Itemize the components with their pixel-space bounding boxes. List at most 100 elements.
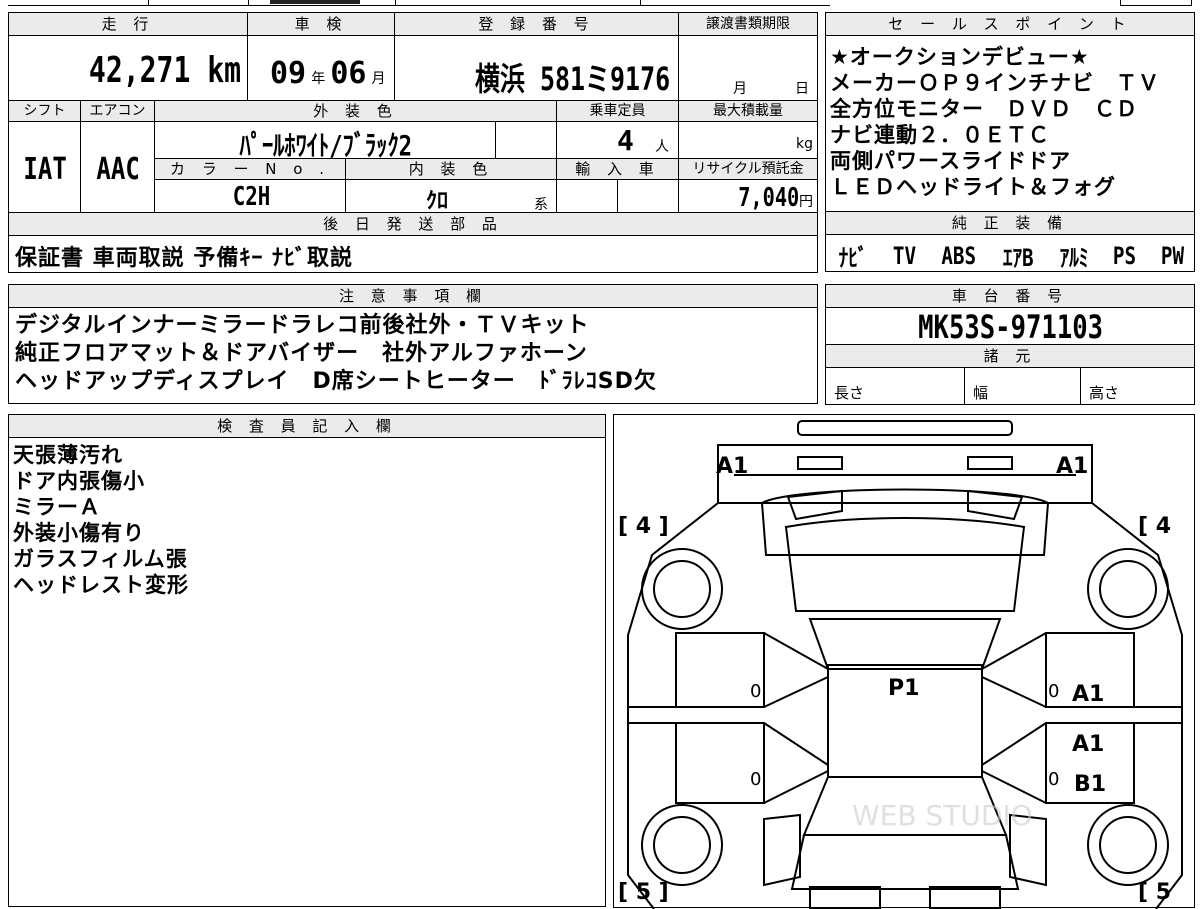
recycle-fee-value: 7,040 bbox=[737, 183, 799, 213]
watermark: WEB STUDIO bbox=[852, 799, 1033, 832]
spec-length-label: 長さ bbox=[834, 384, 865, 402]
later-shipping-cell: 保証書 車両取説 予備ｷｰ ﾅﾋﾞ取説 bbox=[8, 235, 818, 273]
mileage-cell: 42,271 km bbox=[8, 35, 248, 101]
inspector-cell: 天張薄汚れ ドア内張傷小 ミラーＡ 外装小傷有り ガラスフィルム張 ヘッドレスト… bbox=[8, 437, 606, 907]
equip-airbag: ｴｱB bbox=[1002, 244, 1034, 272]
mark-zero-left-rear-door: 0 bbox=[750, 769, 761, 790]
registration-value: 横浜 581ミ9176 bbox=[474, 60, 670, 98]
sales-points-header: セ ー ル ス ポ イ ン ト bbox=[825, 12, 1195, 36]
sales-point-line: 両側パワースライドドア bbox=[830, 149, 1071, 173]
recycle-fee-cell: 7,040円 bbox=[678, 179, 818, 213]
interior-color-cell: ｸﾛ 系 bbox=[345, 179, 557, 213]
mark-tire-rr: [ 5 bbox=[1138, 880, 1171, 905]
mark-zero-right-rear-door: 0 bbox=[1048, 769, 1059, 790]
top-strip bbox=[0, 0, 1200, 8]
vehicle-info-table: 走 行 車 検 登 録 番 号 譲渡書類期限 42,271 km 09 年 06… bbox=[8, 12, 818, 273]
mileage-header: 走 行 bbox=[8, 12, 248, 36]
capacity-cell: 4 人 bbox=[556, 121, 679, 159]
exterior-color-header: 外 装 色 bbox=[154, 100, 557, 122]
equip-ps: PS bbox=[1113, 241, 1137, 270]
color-no-cell: C2H bbox=[154, 179, 346, 213]
mark-tire-rl: [ 5 ] bbox=[618, 880, 669, 905]
genuine-equipment-header: 純 正 装 備 bbox=[825, 211, 1195, 235]
mark-zero-right-front-door: 0 bbox=[1048, 681, 1059, 702]
mark-a1-front-right: A1 bbox=[1056, 454, 1088, 479]
exterior-color-value: ﾊﾟｰﾙﾎﾜｲﾄ/ﾌﾞﾗｯｸ2 bbox=[239, 129, 413, 159]
mark-p1-roof: P1 bbox=[888, 676, 919, 701]
transfer-deadline-cell: 月 日 bbox=[678, 35, 818, 101]
sales-point-line: ナビ連動２．０ＥＴＣ bbox=[830, 123, 1050, 147]
sales-point-line: メーカーＯＰ９インチナビ ＴＶ bbox=[830, 71, 1160, 95]
mileage-unit: km bbox=[207, 50, 241, 91]
capacity-header: 乗車定員 bbox=[556, 100, 679, 122]
equip-pw: PW bbox=[1160, 241, 1184, 270]
import-cell-right bbox=[617, 179, 679, 213]
mark-a1-right-front-door: A1 bbox=[1072, 682, 1104, 707]
inspector-header: 検 査 員 記 入 欄 bbox=[8, 414, 606, 438]
spec-height-label: 高さ bbox=[1089, 384, 1120, 402]
mark-a1-front-left: A1 bbox=[716, 454, 748, 479]
equip-alloy: ｱﾙﾐ bbox=[1059, 244, 1089, 272]
inspector-line: ミラーＡ bbox=[13, 495, 101, 519]
inspector-line: ガラスフィルム張 bbox=[13, 547, 188, 571]
spec-width-cell: 幅 bbox=[964, 367, 1081, 405]
exterior-color-extra-cell bbox=[495, 121, 557, 159]
inspector-line: ヘッドレスト変形 bbox=[13, 573, 189, 597]
import-cell-left bbox=[556, 179, 618, 213]
inspector-line: 天張薄汚れ bbox=[13, 443, 123, 467]
sales-points-cell: ★オークションデビュー★ メーカーＯＰ９インチナビ ＴＶ 全方位モニター ＤＶＤ… bbox=[825, 35, 1195, 212]
aircon-header: エアコン bbox=[80, 100, 155, 122]
later-shipping-value: 保証書 車両取説 予備ｷｰ ﾅﾋﾞ取説 bbox=[15, 246, 353, 271]
inspection-header: 車 検 bbox=[247, 12, 395, 36]
chassis-header: 車 台 番 号 bbox=[825, 284, 1195, 308]
transfer-month-unit: 月 bbox=[733, 81, 747, 97]
note-line: ヘッドアップディスプレイ D席シートヒーター ﾄﾞﾗﾚｺSD欠 bbox=[15, 369, 657, 394]
interior-color-value: ｸﾛ bbox=[426, 189, 449, 213]
inspector-line: 外装小傷有り bbox=[13, 521, 145, 545]
inspection-month-unit: 月 bbox=[371, 71, 386, 87]
mark-tire-fl: [ 4 ] bbox=[618, 514, 669, 539]
spec-height-cell: 高さ bbox=[1080, 367, 1195, 405]
aircon-cell: AAC bbox=[80, 121, 155, 213]
inspection-cell: 09 年 06 月 bbox=[247, 35, 395, 101]
mark-zero-left-front-door: 0 bbox=[750, 681, 761, 702]
max-load-cell: kg bbox=[678, 121, 818, 159]
spec-width-label: 幅 bbox=[973, 384, 989, 402]
chassis-cell: MK53S-971103 bbox=[825, 307, 1195, 345]
notes-cell: デジタルインナーミラードラレコ前後社外・ＴＶキット 純正フロアマット＆ドアバイザ… bbox=[8, 307, 818, 404]
later-shipping-header: 後 日 発 送 部 品 bbox=[8, 212, 818, 236]
exterior-color-cell: ﾊﾟｰﾙﾎﾜｲﾄ/ﾌﾞﾗｯｸ2 bbox=[154, 121, 496, 159]
shift-value: IAT bbox=[23, 152, 68, 187]
sales-point-line: ＬＥＤヘッドライト＆フォグ bbox=[830, 175, 1116, 199]
spec-length-cell: 長さ bbox=[825, 367, 965, 405]
registration-header: 登 録 番 号 bbox=[394, 12, 679, 36]
shift-header: シフト bbox=[8, 100, 81, 122]
max-load-header: 最大積載量 bbox=[678, 100, 818, 122]
recycle-fee-unit: 円 bbox=[799, 194, 813, 210]
transfer-deadline-header: 譲渡書類期限 bbox=[678, 12, 818, 36]
mark-a1-right-rear-door: A1 bbox=[1072, 732, 1104, 757]
color-no-value: C2H bbox=[232, 182, 270, 212]
registration-cell: 横浜 581ミ9176 bbox=[394, 35, 679, 101]
car-diagram: A1 A1 [ 4 ] [ 4 [ 5 ] [ 5 P1 0 0 0 0 A1 … bbox=[618, 420, 1183, 909]
inspection-year: 09 bbox=[270, 56, 307, 91]
inspection-month: 06 bbox=[330, 56, 367, 91]
sales-point-line: ★オークションデビュー★ bbox=[830, 45, 1090, 69]
transfer-day-unit: 日 bbox=[795, 81, 809, 97]
car-diagram-frame: A1 A1 [ 4 ] [ 4 [ 5 ] [ 5 P1 0 0 0 0 A1 … bbox=[613, 414, 1195, 909]
color-no-header: カ ラ ー N o . bbox=[154, 158, 346, 180]
note-line: 純正フロアマット＆ドアバイザー 社外アルファホーン bbox=[15, 341, 588, 366]
aircon-value: AAC bbox=[96, 152, 141, 187]
import-header: 輸 入 車 bbox=[556, 158, 679, 180]
genuine-equipment-cell: ﾅﾋﾞ TV ABS ｴｱB ｱﾙﾐ PS PW bbox=[825, 234, 1195, 272]
mark-b1-right-rear-door: B1 bbox=[1074, 772, 1106, 797]
mark-tire-fr: [ 4 bbox=[1138, 514, 1171, 539]
equip-abs: ABS bbox=[941, 241, 977, 270]
inspector-line: ドア内張傷小 bbox=[13, 469, 145, 493]
chassis-number: MK53S-971103 bbox=[918, 308, 1104, 345]
specs-header: 諸 元 bbox=[825, 344, 1195, 368]
interior-color-suffix: 系 bbox=[534, 197, 548, 213]
interior-color-header: 内 装 色 bbox=[345, 158, 557, 180]
max-load-unit: kg bbox=[796, 136, 813, 152]
mileage-value: 42,271 bbox=[88, 50, 191, 91]
